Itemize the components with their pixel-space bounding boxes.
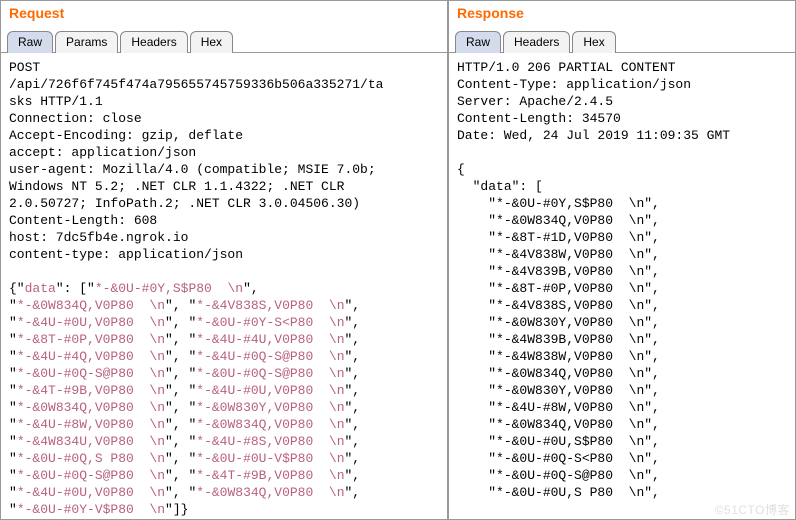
request-content[interactable]: POST /api/726f6f745f474a795655745759336b…	[1, 53, 447, 519]
response-content[interactable]: HTTP/1.0 206 PARTIAL CONTENT Content-Typ…	[449, 53, 795, 519]
tab-headers[interactable]: Headers	[503, 31, 570, 53]
response-tabbar: Raw Headers Hex	[449, 23, 795, 53]
response-panel: Response Raw Headers Hex HTTP/1.0 206 PA…	[448, 0, 796, 520]
tab-raw[interactable]: Raw	[7, 31, 53, 53]
request-tabbar: Raw Params Headers Hex	[1, 23, 447, 53]
tab-hex[interactable]: Hex	[190, 31, 233, 53]
tab-hex[interactable]: Hex	[572, 31, 615, 53]
tab-raw[interactable]: Raw	[455, 31, 501, 53]
request-title: Request	[1, 1, 447, 23]
tab-params[interactable]: Params	[55, 31, 118, 53]
request-panel: Request Raw Params Headers Hex POST /api…	[0, 0, 448, 520]
tab-headers[interactable]: Headers	[120, 31, 187, 53]
response-title: Response	[449, 1, 795, 23]
